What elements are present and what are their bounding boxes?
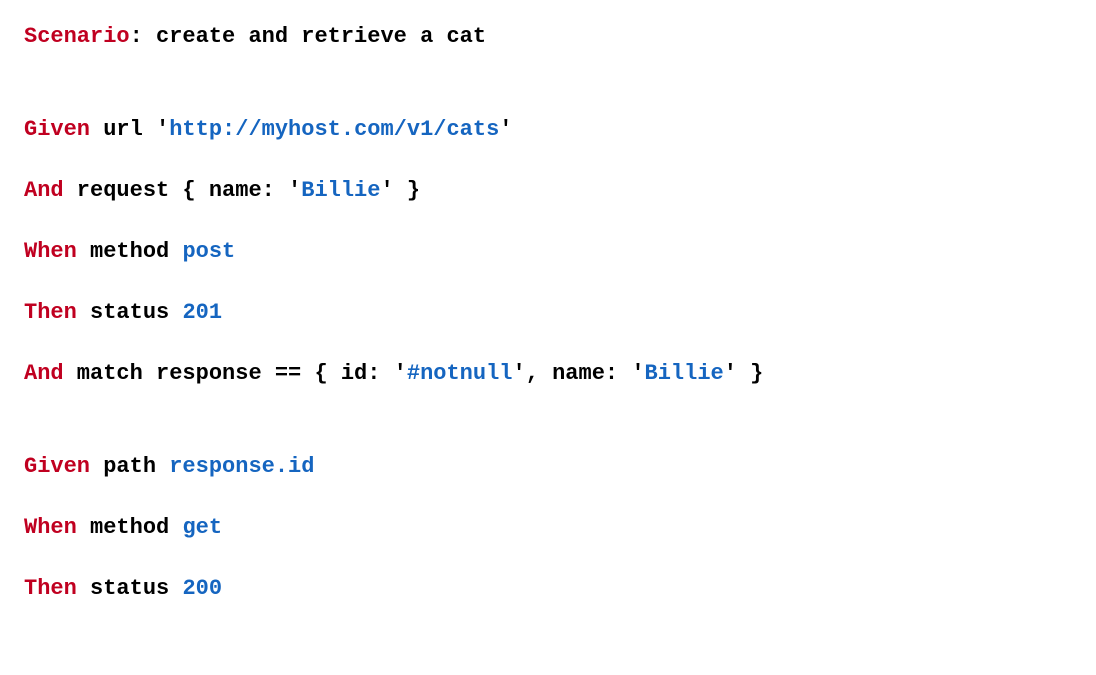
code-token: Given [24,454,90,479]
code-token: Then [24,300,77,325]
code-line: Then status 201 [24,296,1072,329]
code-token: ' } [724,361,764,386]
code-token: ' [499,117,512,142]
code-token: Scenario [24,24,130,49]
code-token: : create and retrieve a cat [130,24,486,49]
code-token: url ' [90,117,169,142]
code-token: method [77,515,183,540]
code-token: ', name: ' [513,361,645,386]
code-token: Billie [645,361,724,386]
code-token: method [77,239,183,264]
code-line: And request { name: 'Billie' } [24,174,1072,207]
code-token: Given [24,117,90,142]
code-token: And [24,178,64,203]
code-token: request { name: ' [64,178,302,203]
code-block: Scenario: create and retrieve a cat Given… [24,20,1072,605]
code-token: Then [24,576,77,601]
code-line: Given url 'http://myhost.com/v1/cats' [24,113,1072,146]
code-token: When [24,515,77,540]
code-line: When method post [24,235,1072,268]
code-line: And match response == { id: '#notnull', … [24,357,1072,390]
code-token: 200 [182,576,222,601]
code-token: get [182,515,222,540]
code-token: 201 [182,300,222,325]
code-token: match response == { id: ' [64,361,407,386]
code-token: When [24,239,77,264]
code-token: ' } [380,178,420,203]
code-token: status [77,576,183,601]
code-token: And [24,361,64,386]
code-token: path [90,454,169,479]
code-line: Scenario: create and retrieve a cat [24,20,1072,53]
code-token: post [182,239,235,264]
code-token: response.id [169,454,314,479]
code-line: Then status 200 [24,572,1072,605]
code-token: http://myhost.com/v1/cats [169,117,499,142]
code-line: Given path response.id [24,450,1072,483]
code-token: status [77,300,183,325]
code-token: #notnull [407,361,513,386]
code-line: When method get [24,511,1072,544]
code-token: Billie [301,178,380,203]
